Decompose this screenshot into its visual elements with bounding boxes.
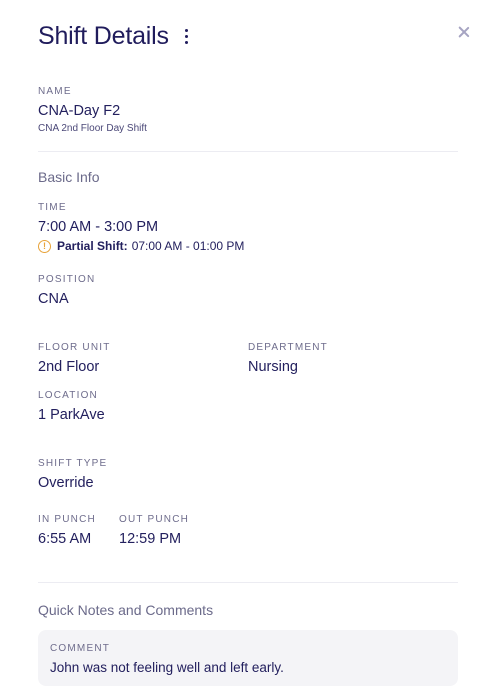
comment-card: COMMENT John was not feeling well and le…	[38, 630, 458, 686]
shift-name: CNA-Day F2	[38, 103, 121, 119]
out-punch-value: 12:59 PM	[119, 531, 182, 547]
time-label: TIME	[38, 202, 67, 213]
notes-heading: Quick Notes and Comments	[38, 602, 214, 618]
divider	[38, 151, 458, 152]
floor-unit-label: FLOOR UNIT	[38, 342, 111, 353]
close-icon[interactable]	[456, 24, 472, 40]
basic-info-heading: Basic Info	[38, 169, 100, 185]
in-punch-label: IN PUNCH	[38, 514, 96, 525]
partial-shift-value: 07:00 AM - 01:00 PM	[131, 239, 245, 253]
warning-circle-icon: !	[38, 239, 51, 253]
divider	[38, 582, 458, 583]
comment-label: COMMENT	[50, 643, 111, 654]
partial-shift-notice: ! Partial Shift: 07:00 AM - 01:00 PM	[38, 239, 244, 253]
comment-text: John was not feeling well and left early…	[50, 660, 284, 675]
location-label: LOCATION	[38, 390, 98, 401]
partial-shift-label: Partial Shift:	[57, 239, 128, 253]
more-options-icon[interactable]	[181, 27, 193, 47]
time-value: 7:00 AM - 3:00 PM	[38, 219, 159, 235]
shift-type-label: SHIFT TYPE	[38, 458, 108, 469]
in-punch-value: 6:55 AM	[38, 531, 92, 547]
name-label: NAME	[38, 86, 72, 97]
position-value: CNA	[38, 291, 69, 307]
position-label: POSITION	[38, 274, 96, 285]
out-punch-label: OUT PUNCH	[119, 514, 190, 525]
shift-type-value: Override	[38, 475, 94, 491]
department-value: Nursing	[248, 359, 298, 375]
header: Shift Details	[38, 22, 192, 51]
department-label: DEPARTMENT	[248, 342, 328, 353]
shift-description: CNA 2nd Floor Day Shift	[38, 123, 147, 134]
location-value: 1 ParkAve	[38, 407, 105, 423]
shift-details-panel: Shift Details NAME CNA-Day F2 CNA 2nd Fl…	[0, 0, 492, 696]
floor-unit-value: 2nd Floor	[38, 359, 100, 375]
page-title: Shift Details	[38, 22, 169, 50]
